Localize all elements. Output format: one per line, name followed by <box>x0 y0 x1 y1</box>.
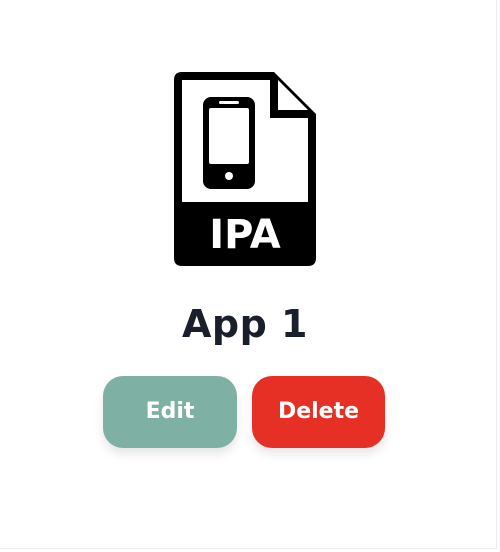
delete-button[interactable]: Delete <box>252 376 385 448</box>
file-type-label: IPA <box>209 212 281 258</box>
ipa-file-icon: IPA <box>174 72 316 268</box>
app-name: App 1 <box>182 302 308 346</box>
edit-button[interactable]: Edit <box>103 376 237 448</box>
app-card: IPA App 1 Edit Delete <box>0 0 497 549</box>
